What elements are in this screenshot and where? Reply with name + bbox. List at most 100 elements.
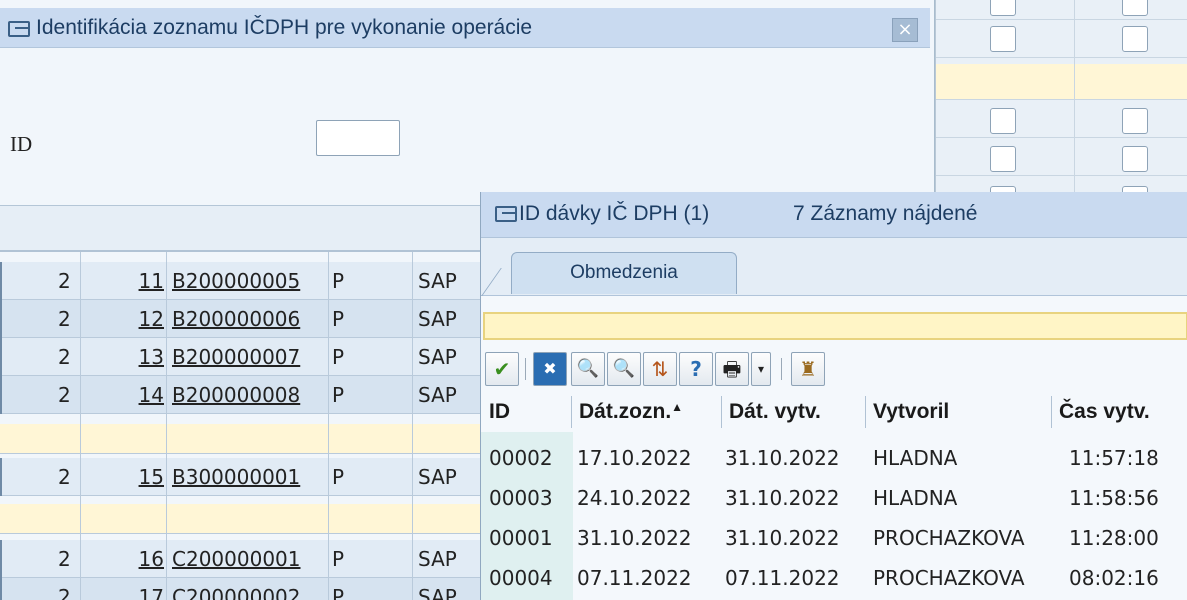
cell-version: 2 xyxy=(58,547,71,571)
checkbox[interactable] xyxy=(1122,108,1148,134)
window-icon xyxy=(495,206,517,222)
table-row[interactable]: 2 13 B200000007 P SAP xyxy=(0,338,480,376)
checkbox[interactable] xyxy=(990,146,1016,172)
value-help-dialog: ID dávky IČ DPH (1) 7 Záznamy nájdené Ob… xyxy=(480,192,1187,600)
cell-code-link[interactable]: C200000001 xyxy=(172,547,301,571)
cell-id: 00001 xyxy=(489,526,553,550)
cell-vytvoril: PROCHAZKOVA xyxy=(873,526,1025,550)
clean-button[interactable]: ♜ xyxy=(791,352,825,386)
cancel-button[interactable]: ✖ xyxy=(533,352,567,386)
checkbox[interactable] xyxy=(1122,26,1148,52)
col-header-vytvoril[interactable]: Vytvoril xyxy=(873,400,949,424)
bg-row xyxy=(936,138,1187,176)
results-header: ID Dát.zozn.▲ Dát. vytv. Vytvoril Čas vy… xyxy=(481,392,1187,432)
dialog-title-bar: ID dávky IČ DPH (1) 7 Záznamy nájdené xyxy=(481,192,1187,238)
bg-row xyxy=(936,0,1187,20)
bg-row xyxy=(936,100,1187,138)
checkbox[interactable] xyxy=(990,0,1016,16)
cell-cas-vytv: 11:28:00 xyxy=(1069,526,1159,550)
column-divider xyxy=(1051,396,1052,428)
row-marker xyxy=(0,262,2,300)
col-header-dat-zozn-label: Dát.zozn. xyxy=(579,400,672,423)
close-button[interactable]: × xyxy=(892,18,918,42)
cell-system: SAP xyxy=(418,383,457,407)
result-row[interactable]: 00002 17.10.2022 31.10.2022 HLADNA 11:57… xyxy=(481,440,1187,478)
col-header-dat-zozn[interactable]: Dát.zozn.▲ xyxy=(579,400,683,424)
cell-type: P xyxy=(332,269,345,293)
help-button[interactable]: ? xyxy=(679,352,713,386)
table-row[interactable]: 2 12 B200000006 P SAP xyxy=(0,300,480,338)
restrictions-bar[interactable] xyxy=(483,312,1187,340)
sort-button[interactable]: ⇅ xyxy=(643,352,677,386)
result-count: 7 Záznamy nájdené xyxy=(793,202,978,225)
row-marker xyxy=(0,578,2,600)
dialog-title: Identifikácia zoznamu IČDPH pre vykonani… xyxy=(36,16,533,39)
table-row[interactable]: 2 14 B200000008 P SAP xyxy=(0,376,480,414)
cell-dat-zozn: 31.10.2022 xyxy=(577,526,692,550)
cell-code-link[interactable]: B300000001 xyxy=(172,465,300,489)
cell-type: P xyxy=(332,465,345,489)
cell-code-link[interactable]: B200000008 xyxy=(172,383,300,407)
checkbox[interactable] xyxy=(1122,0,1148,16)
cell-number-link[interactable]: 14 xyxy=(120,383,164,407)
table-row[interactable]: 2 11 B200000005 P SAP xyxy=(0,262,480,300)
cell-id: 00003 xyxy=(489,486,553,510)
column-divider xyxy=(166,252,167,600)
row-marker xyxy=(0,376,2,414)
tab-strip: Obmedzenia xyxy=(481,238,1187,296)
cell-number-link[interactable]: 11 xyxy=(120,269,164,293)
result-row[interactable]: 00004 07.11.2022 07.11.2022 PROCHAZKOVA … xyxy=(481,560,1187,598)
cell-version: 2 xyxy=(58,585,71,600)
tab-restrictions[interactable]: Obmedzenia xyxy=(511,252,737,294)
cell-dat-vytv: 31.10.2022 xyxy=(725,446,840,470)
cell-type: P xyxy=(332,585,345,600)
id-field-label: ID xyxy=(10,132,33,156)
cell-system: SAP xyxy=(418,465,457,489)
dialog-title-bar: Identifikácia zoznamu IČDPH pre vykonani… xyxy=(0,8,930,48)
cell-code-link[interactable]: B200000007 xyxy=(172,345,300,369)
cell-number-link[interactable]: 13 xyxy=(120,345,164,369)
cell-number-link[interactable]: 17 xyxy=(120,585,164,600)
col-header-cas-vytv[interactable]: Čas vytv. xyxy=(1059,400,1150,424)
cell-vytvoril: HLADNA xyxy=(873,446,958,470)
print-button[interactable]: 🖶 xyxy=(715,352,749,386)
find-next-button[interactable]: 🔍 xyxy=(607,352,641,386)
id-input[interactable] xyxy=(316,120,400,156)
cell-cas-vytv: 11:58:56 xyxy=(1069,486,1159,510)
cell-dat-vytv: 07.11.2022 xyxy=(725,566,840,590)
window-icon xyxy=(8,21,30,37)
checkbox[interactable] xyxy=(990,108,1016,134)
row-marker xyxy=(0,338,2,376)
cell-code-link[interactable]: B200000005 xyxy=(172,269,300,293)
cell-code-link[interactable]: B200000006 xyxy=(172,307,300,331)
table-row[interactable]: 2 17 C200000002 P SAP xyxy=(0,578,480,600)
group-separator-row xyxy=(0,504,480,534)
cell-type: P xyxy=(332,345,345,369)
print-menu-chevron-icon[interactable]: ▾ xyxy=(751,352,771,386)
cell-number-link[interactable]: 15 xyxy=(120,465,164,489)
confirm-button[interactable]: ✔ xyxy=(485,352,519,386)
find-button[interactable]: 🔍 xyxy=(571,352,605,386)
cell-code-link[interactable]: C200000002 xyxy=(172,585,301,600)
cell-dat-zozn: 17.10.2022 xyxy=(577,446,692,470)
checkbox[interactable] xyxy=(1122,146,1148,172)
column-divider xyxy=(412,252,413,600)
result-row[interactable]: 00001 31.10.2022 31.10.2022 PROCHAZKOVA … xyxy=(481,520,1187,558)
cell-number-link[interactable]: 16 xyxy=(120,547,164,571)
cell-dat-vytv: 31.10.2022 xyxy=(725,486,840,510)
toolbar-separator xyxy=(525,358,526,380)
col-header-dat-vytv[interactable]: Dát. vytv. xyxy=(729,400,821,424)
cell-cas-vytv: 11:57:18 xyxy=(1069,446,1159,470)
cell-number-link[interactable]: 12 xyxy=(120,307,164,331)
cell-vytvoril: PROCHAZKOVA xyxy=(873,566,1025,590)
row-marker xyxy=(0,458,2,496)
cell-vytvoril: HLADNA xyxy=(873,486,958,510)
checkbox[interactable] xyxy=(990,26,1016,52)
column-divider xyxy=(865,396,866,428)
table-row[interactable]: 2 15 B300000001 P SAP xyxy=(0,458,480,496)
result-row[interactable]: 00003 24.10.2022 31.10.2022 HLADNA 11:58… xyxy=(481,480,1187,518)
cell-dat-vytv: 31.10.2022 xyxy=(725,526,840,550)
table-row[interactable]: 2 16 C200000001 P SAP xyxy=(0,540,480,578)
col-header-id[interactable]: ID xyxy=(489,400,510,424)
group-separator-row xyxy=(0,424,480,454)
